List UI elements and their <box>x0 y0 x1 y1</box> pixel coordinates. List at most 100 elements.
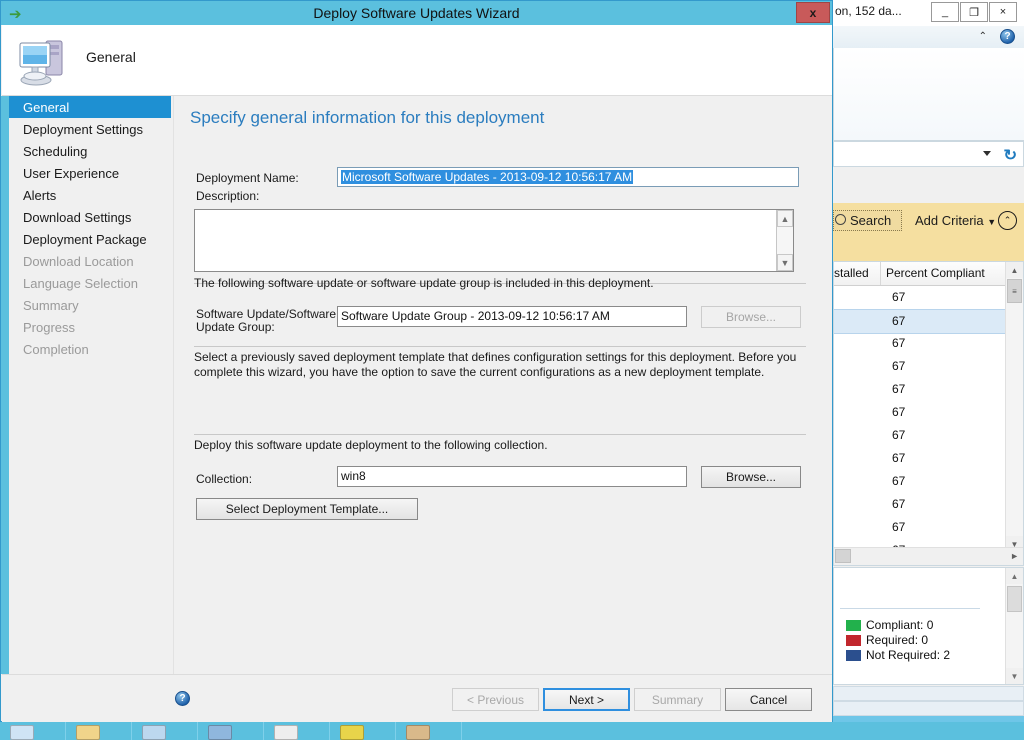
table-row[interactable]: 67 <box>834 401 1006 424</box>
chevron-down-icon: ▼ <box>987 217 997 227</box>
taskbar[interactable] <box>0 722 1024 740</box>
taskbar-item-monitor[interactable] <box>132 722 198 740</box>
collection-input[interactable]: win8 <box>337 466 687 487</box>
sidebar-item-label: General <box>23 99 70 115</box>
chevron-down-icon[interactable] <box>983 151 991 156</box>
sidebar-item-summary: Summary <box>9 294 171 316</box>
table-horizontal-scrollbar[interactable]: ► <box>834 547 1023 565</box>
taskbar-item-tool[interactable] <box>396 722 462 740</box>
table-row[interactable]: 67 <box>834 332 1006 355</box>
select-deployment-template-button[interactable]: Select Deployment Template... <box>196 498 418 520</box>
software-update-group-label-line2: Update Group: <box>196 320 275 334</box>
help-icon[interactable]: ? <box>1000 29 1015 44</box>
sidebar-item-label: Scheduling <box>23 143 88 159</box>
hscrollbar-thumb[interactable] <box>835 549 851 563</box>
sidebar-item-general[interactable]: General <box>9 96 171 118</box>
sidebar-item-completion: Completion <box>9 338 171 360</box>
chart-legend-panel: Compliant: 0 Required: 0 Not Required: 2 ▲… <box>833 567 1024 685</box>
divider <box>194 434 806 435</box>
wizard-sidebar-accent <box>1 96 9 674</box>
table-row[interactable]: 67 <box>834 516 1006 539</box>
monitor-icon <box>142 725 166 740</box>
column-divider <box>880 262 881 285</box>
sidebar-item-label: Download Settings <box>23 209 132 225</box>
sidebar-item-language-selection: Language Selection <box>9 272 171 294</box>
taskbar-item-window[interactable] <box>0 722 66 740</box>
legend-scrollbar-thumb[interactable] <box>1007 586 1022 612</box>
table-row[interactable]: 67 <box>834 424 1006 447</box>
taskbar-item-folder[interactable] <box>66 722 132 740</box>
legend-scroll-up-icon[interactable]: ▲ <box>1006 568 1023 584</box>
next-button[interactable]: Next > <box>543 688 630 711</box>
description-label: Description: <box>196 189 260 203</box>
sidebar-item-alerts[interactable]: Alerts <box>9 184 171 206</box>
scroll-up-icon[interactable]: ▲ <box>1006 262 1023 278</box>
sidebar-item-deployment-package[interactable]: Deployment Package <box>9 228 171 250</box>
refresh-icon[interactable]: ↻ <box>1004 146 1018 164</box>
table-row[interactable]: 67 <box>834 470 1006 493</box>
scroll-down-icon[interactable]: ▼ <box>777 254 793 271</box>
legend-scroll-down-icon[interactable]: ▼ <box>1006 668 1023 684</box>
sidebar-item-label: Download Location <box>23 253 134 269</box>
console-icon <box>208 725 232 740</box>
cancel-button[interactable]: Cancel <box>725 688 812 711</box>
wizard-titlebar[interactable]: ➔ Deploy Software Updates Wizard x <box>1 1 832 25</box>
background-console-window[interactable]: on, 152 da... _ ❐ × ⌃ ? ↻ Search Add Cri… <box>832 0 1024 716</box>
sidebar-item-user-experience[interactable]: User Experience <box>9 162 171 184</box>
scroll-right-icon[interactable]: ► <box>1010 551 1019 561</box>
browse-collection-button[interactable]: Browse... <box>701 466 801 488</box>
search-icon <box>835 214 846 225</box>
description-scrollbar[interactable]: ▲ ▼ <box>776 210 793 271</box>
cell-percent-compliant: 67 <box>892 474 906 488</box>
column-header-percent-compliant[interactable]: Percent Compliant <box>886 266 985 280</box>
cell-percent-compliant: 67 <box>892 451 906 465</box>
previous-button: < Previous <box>452 688 539 711</box>
legend-scrollbar[interactable]: ▲ ▼ <box>1005 568 1023 684</box>
wizard-header: General <box>2 25 832 96</box>
table-vertical-scrollbar[interactable]: ▲ ≡ ▼ <box>1005 262 1023 565</box>
wizard-footer: ? < Previous Next > Summary Cancel <box>2 674 832 723</box>
add-criteria-dropdown[interactable]: Add Criteria ▼ <box>915 213 996 228</box>
scroll-up-icon[interactable]: ▲ <box>777 210 793 227</box>
desktop-background: on, 152 da... _ ❐ × ⌃ ? ↻ Search Add Cri… <box>0 0 1024 740</box>
compliance-table[interactable]: stalled Percent Compliant 67 67 67 67 67 67 67… <box>833 261 1024 566</box>
sidebar-item-download-settings[interactable]: Download Settings <box>9 206 171 228</box>
background-combo-bar[interactable]: ↻ <box>833 141 1024 167</box>
cell-percent-compliant: 67 <box>892 336 906 350</box>
software-update-group-input[interactable]: Software Update Group - 2013-09-12 10:56… <box>337 306 687 327</box>
legend-swatch <box>846 650 861 661</box>
status-bar-secondary <box>833 701 1024 716</box>
divider <box>194 346 806 347</box>
wizard-header-label: General <box>86 49 136 65</box>
description-textarea[interactable]: ▲ ▼ <box>194 209 794 272</box>
restore-button[interactable]: ❐ <box>960 2 988 22</box>
table-row[interactable]: 67 <box>834 378 1006 401</box>
table-row[interactable]: 67 <box>834 447 1006 470</box>
taskbar-item-document[interactable] <box>264 722 330 740</box>
background-detail-panel <box>833 48 1024 141</box>
deployment-name-input[interactable]: Microsoft Software Updates - 2013-09-12 … <box>337 167 799 187</box>
sidebar-item-deployment-settings[interactable]: Deployment Settings <box>9 118 171 140</box>
table-row[interactable]: 67 <box>834 355 1006 378</box>
close-button[interactable]: × <box>989 2 1017 22</box>
sidebar-item-scheduling[interactable]: Scheduling <box>9 140 171 162</box>
table-row[interactable]: 67 <box>834 309 1006 334</box>
cell-percent-compliant: 67 <box>892 382 906 396</box>
wizard-close-button[interactable]: x <box>796 2 830 23</box>
scrollbar-thumb[interactable]: ≡ <box>1007 279 1022 303</box>
help-icon[interactable]: ? <box>175 691 190 706</box>
minimize-button[interactable]: _ <box>931 2 959 22</box>
taskbar-item-console[interactable] <box>198 722 264 740</box>
deploy-software-updates-wizard: ➔ Deploy Software Updates Wizard x Gener… <box>0 0 833 723</box>
summary-button: Summary <box>634 688 721 711</box>
table-row[interactable]: 67 <box>834 493 1006 516</box>
chevron-up-icon[interactable]: ⌃ <box>979 31 987 42</box>
column-header-installed[interactable]: stalled <box>834 266 869 280</box>
sidebar-item-label: Alerts <box>23 187 57 203</box>
table-row[interactable]: 67 <box>834 286 1006 309</box>
document-icon <box>274 725 298 740</box>
taskbar-item-browser[interactable] <box>330 722 396 740</box>
status-bar-primary <box>833 686 1024 701</box>
collapse-search-button[interactable]: ⌃ <box>998 211 1017 230</box>
cell-percent-compliant: 67 <box>892 359 906 373</box>
